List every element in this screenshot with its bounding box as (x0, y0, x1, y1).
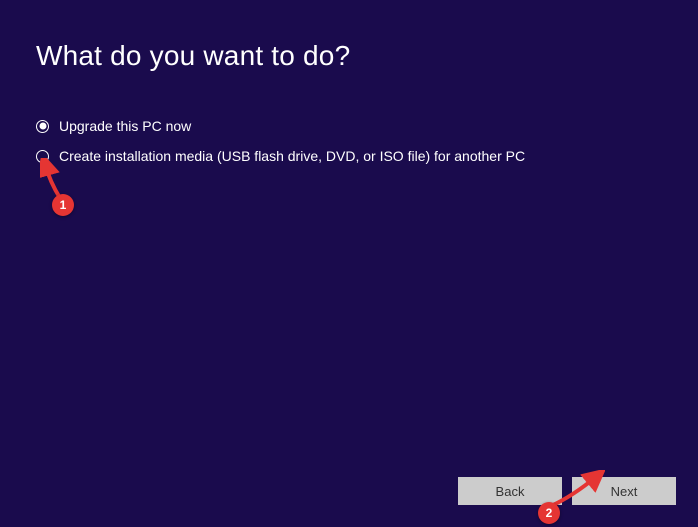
radio-icon (36, 150, 49, 163)
setup-window: What do you want to do? Upgrade this PC … (0, 0, 698, 527)
annotation-step-badge: 1 (52, 194, 74, 216)
content-area: What do you want to do? Upgrade this PC … (0, 0, 698, 164)
option-label: Create installation media (USB flash dri… (59, 148, 525, 164)
annotation-step-badge: 2 (538, 502, 560, 524)
radio-icon (36, 120, 49, 133)
option-create-media[interactable]: Create installation media (USB flash dri… (36, 148, 662, 164)
next-button[interactable]: Next (572, 477, 676, 505)
annotation-step-number: 2 (538, 502, 560, 524)
back-button[interactable]: Back (458, 477, 562, 505)
option-label: Upgrade this PC now (59, 118, 191, 134)
option-group: Upgrade this PC now Create installation … (36, 118, 662, 164)
page-title: What do you want to do? (36, 40, 662, 72)
footer-buttons: Back Next (458, 477, 676, 505)
annotation-arrow-icon (40, 158, 70, 200)
annotation-step-number: 1 (52, 194, 74, 216)
option-upgrade-now[interactable]: Upgrade this PC now (36, 118, 662, 134)
